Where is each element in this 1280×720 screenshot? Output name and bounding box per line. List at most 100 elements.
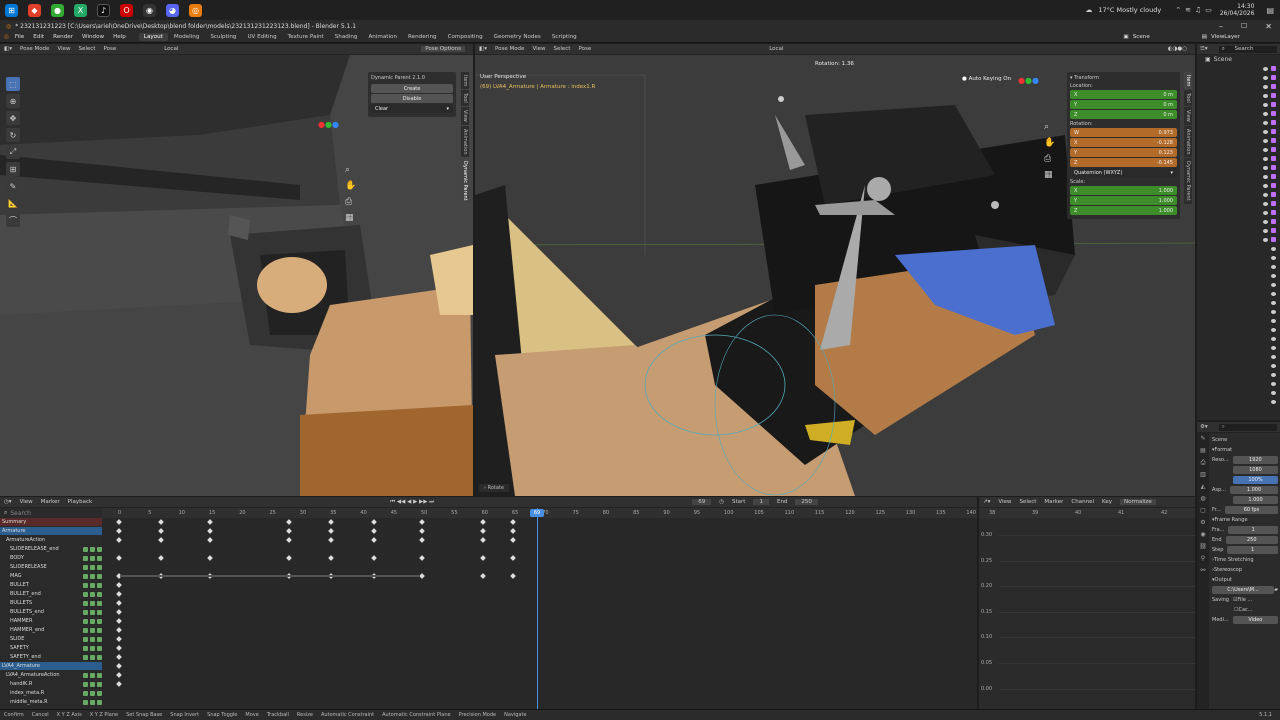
keyframe[interactable]	[116, 654, 122, 660]
render-icon[interactable]	[1271, 174, 1276, 179]
outliner-row[interactable]	[1197, 352, 1280, 361]
outliner-row[interactable]	[1197, 397, 1280, 406]
outliner-row[interactable]	[1197, 325, 1280, 334]
outliner-row[interactable]	[1197, 91, 1280, 100]
outliner-search[interactable]: ⌕ Search	[1218, 45, 1277, 53]
menu-playback[interactable]: Playback	[68, 499, 93, 505]
tab-animation[interactable]: Animation	[363, 33, 402, 41]
eye-icon[interactable]	[1263, 120, 1268, 125]
render-icon[interactable]	[1271, 210, 1276, 215]
render-icon[interactable]	[1271, 66, 1276, 71]
keyframe[interactable]	[419, 537, 425, 543]
eye-icon[interactable]	[1263, 84, 1268, 89]
eye-icon[interactable]	[1263, 102, 1268, 107]
measure-tool[interactable]: 📐	[6, 196, 20, 210]
menu-marker[interactable]: Marker	[1044, 499, 1063, 505]
playhead-frame[interactable]: 69	[530, 509, 544, 517]
outliner-row[interactable]	[1197, 100, 1280, 109]
menu-channel[interactable]: Channel	[1071, 499, 1094, 505]
fps-dropdown[interactable]: 60 fps	[1224, 506, 1278, 514]
keyframe[interactable]	[419, 573, 425, 579]
outliner-scene-row[interactable]: ▣ Scene	[1197, 55, 1280, 64]
keyframe[interactable]	[370, 555, 377, 561]
keyframe[interactable]	[419, 519, 425, 525]
brave-icon[interactable]: ◆	[28, 3, 41, 17]
close-icon[interactable]: ✕	[1265, 22, 1272, 31]
tool-tab-icon[interactable]: ✎	[1197, 433, 1209, 445]
frame-range-header[interactable]: ▾ Frame Range	[1212, 515, 1278, 525]
mode-selector[interactable]: Pose Mode	[495, 46, 524, 52]
keyframe[interactable]	[207, 537, 213, 543]
channel-toggle-icon[interactable]	[90, 681, 95, 687]
rotation-x-field[interactable]: X -0.128	[1070, 138, 1177, 147]
eye-icon[interactable]	[1271, 246, 1276, 251]
move-tool[interactable]: ✥	[6, 111, 20, 125]
channel-row[interactable]: Armature	[0, 527, 102, 536]
tray-up-icon[interactable]: ⌃	[1175, 6, 1181, 14]
menu-file[interactable]: File	[15, 34, 24, 40]
outliner[interactable]: ☰▾ ⌕ Search ▣ Scene	[1197, 44, 1280, 420]
channel-row[interactable]: HAMMER_end	[0, 626, 102, 635]
keyframe[interactable]	[207, 519, 213, 525]
eye-icon[interactable]	[1271, 255, 1276, 260]
outliner-row[interactable]	[1197, 235, 1280, 244]
eye-icon[interactable]	[1271, 309, 1276, 314]
channel-row[interactable]: ArmatureAction	[0, 536, 102, 545]
keyframe[interactable]	[116, 537, 122, 543]
keyframe[interactable]	[207, 555, 213, 561]
minimize-icon[interactable]: –	[1219, 22, 1223, 31]
outliner-row[interactable]	[1197, 190, 1280, 199]
eye-icon[interactable]	[1271, 336, 1276, 341]
outliner-row[interactable]	[1197, 181, 1280, 190]
tab-view[interactable]: View	[1184, 107, 1192, 125]
scale-y-field[interactable]: Y 1.000	[1070, 196, 1177, 205]
keyframe[interactable]	[116, 582, 122, 588]
dopesheet-editor[interactable]: ◷▾ View Marker Playback ⏮ ◀◀ ◀ ▶ ▶▶ ⏭ 69…	[0, 497, 977, 709]
outliner-row[interactable]	[1197, 370, 1280, 379]
camera-icon[interactable]: ⎙	[345, 194, 356, 210]
keyframe[interactable]	[510, 555, 516, 561]
keyframe[interactable]	[370, 528, 377, 534]
render-icon[interactable]	[1271, 111, 1276, 116]
menu-view[interactable]: View	[20, 499, 33, 505]
grid-icon[interactable]: ▦	[1044, 167, 1055, 183]
eye-icon[interactable]	[1271, 345, 1276, 350]
keyframe[interactable]	[116, 618, 122, 624]
tab-dynamic-parent[interactable]: Dynamic Parent	[1184, 158, 1192, 205]
keyframe[interactable]	[479, 537, 486, 543]
playback-controls[interactable]: ⏮ ◀◀ ◀ ▶ ▶▶ ⏭	[390, 499, 434, 506]
channel-toggle-icon[interactable]	[90, 555, 95, 561]
keyframe[interactable]	[116, 591, 122, 597]
outliner-row[interactable]	[1197, 127, 1280, 136]
bone-tab-icon[interactable]: ⚯	[1197, 565, 1209, 577]
outliner-row[interactable]	[1197, 109, 1280, 118]
keyframe[interactable]	[328, 555, 334, 561]
channel-toggle-icon[interactable]	[83, 573, 88, 579]
keyframe[interactable]	[116, 528, 122, 534]
mode-selector[interactable]: Pose Mode	[20, 46, 49, 52]
keyframe[interactable]	[479, 573, 486, 579]
menu-key[interactable]: Key	[1102, 499, 1112, 505]
tab-item[interactable]: Item	[1184, 72, 1192, 90]
eye-icon[interactable]	[1263, 147, 1268, 152]
menu-select[interactable]: Select	[1019, 499, 1036, 505]
eye-icon[interactable]	[1263, 237, 1268, 242]
graph-area[interactable]: 0.30 0.25 0.20 0.15 0.10 0.05 0.00	[979, 518, 1195, 709]
scale-tool[interactable]: ⤢	[6, 145, 20, 159]
discord-icon[interactable]: ◕	[166, 3, 179, 17]
tab-modeling[interactable]: Modeling	[169, 33, 204, 41]
eye-icon[interactable]	[1263, 228, 1268, 233]
channel-toggle-icon[interactable]	[90, 672, 95, 678]
keyframe[interactable]	[116, 645, 122, 651]
channel-toggle-icon[interactable]	[83, 609, 88, 615]
outliner-row[interactable]	[1197, 208, 1280, 217]
normalize-toggle[interactable]: Normalize	[1120, 499, 1156, 505]
outliner-row[interactable]	[1197, 118, 1280, 127]
render-tab-icon[interactable]: ▤	[1197, 445, 1209, 457]
channel-toggle-icon[interactable]	[83, 600, 88, 606]
shading-icon[interactable]: ◐◑●○	[1168, 46, 1187, 52]
channel-toggle-icon[interactable]	[83, 582, 88, 588]
eye-icon[interactable]	[1263, 66, 1268, 71]
channel-toggle-icon[interactable]	[83, 690, 88, 696]
data-tab-icon[interactable]: ⚲	[1197, 553, 1209, 565]
